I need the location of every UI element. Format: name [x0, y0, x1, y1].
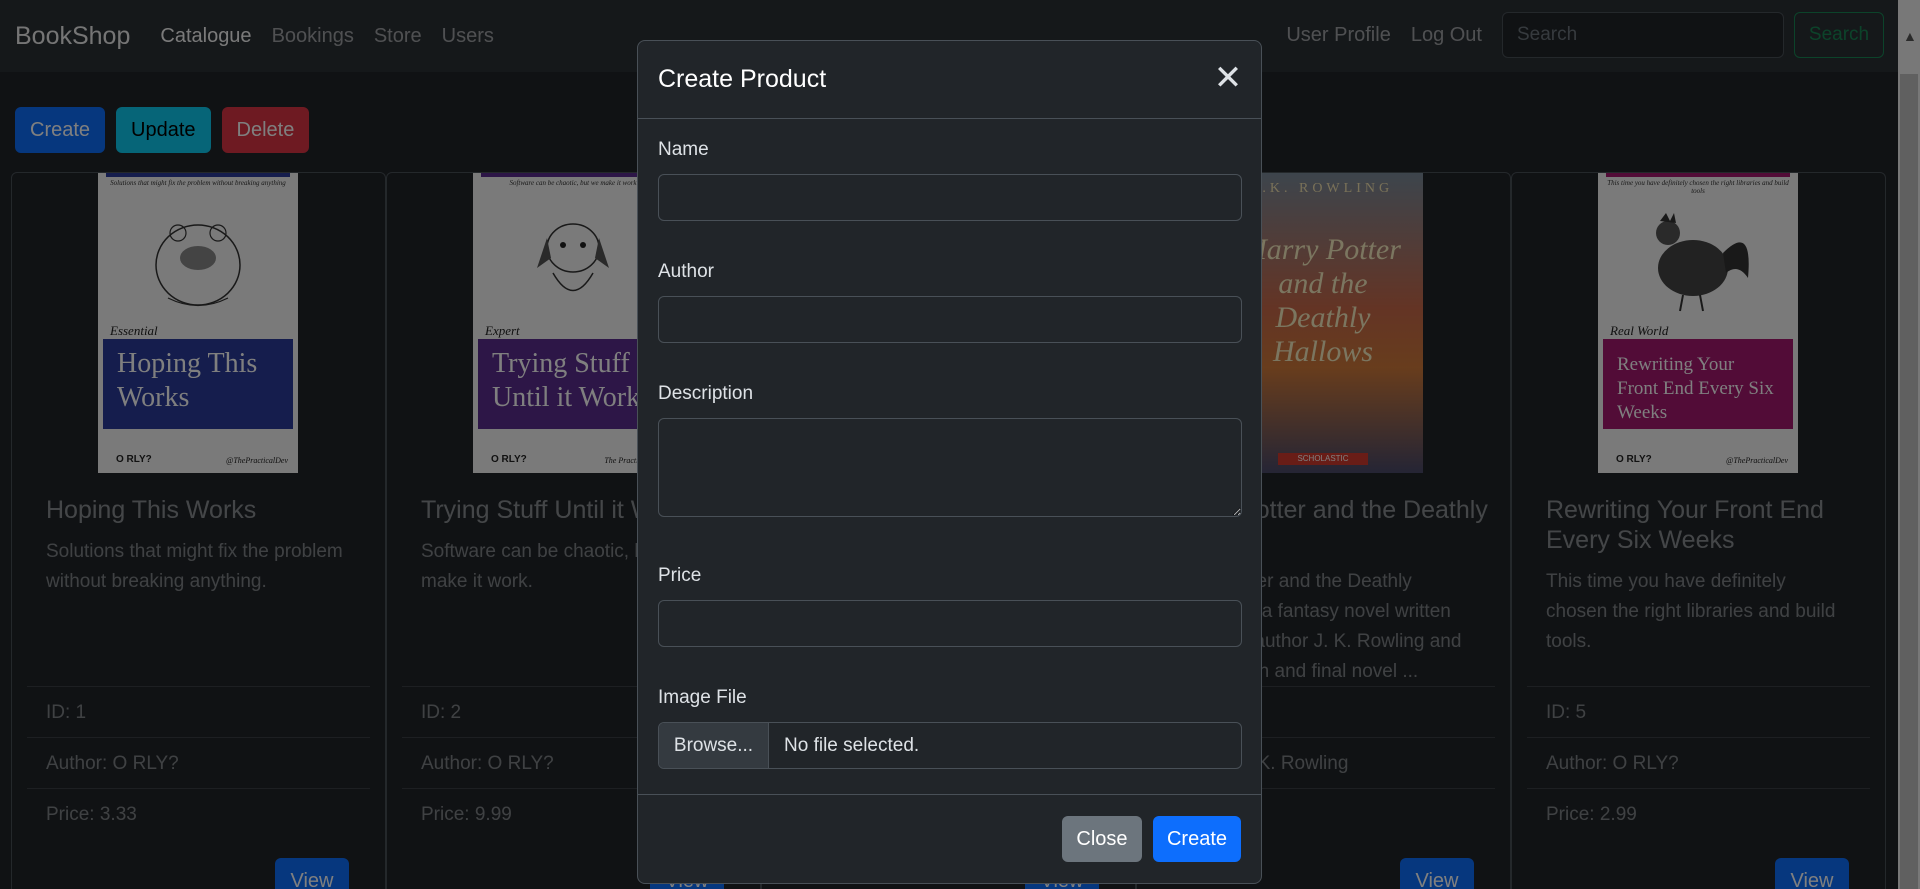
file-status: No file selected.	[784, 735, 920, 756]
create-product-modal: Create Product ✕ Name Author Description…	[637, 40, 1262, 884]
image-file-label: Image File	[658, 687, 747, 708]
description-field[interactable]	[658, 418, 1242, 517]
browse-button[interactable]: Browse...	[659, 723, 769, 768]
modal-title: Create Product	[658, 65, 827, 93]
author-label: Author	[658, 261, 714, 282]
name-label: Name	[658, 139, 709, 160]
description-label: Description	[658, 383, 754, 404]
create-submit-button[interactable]: Create	[1153, 816, 1241, 862]
close-icon[interactable]: ✕	[1213, 61, 1243, 95]
modal-footer: Close Create	[638, 794, 1261, 883]
price-field[interactable]	[658, 600, 1242, 647]
image-file-input[interactable]: Browse... No file selected.	[658, 722, 1242, 769]
author-field[interactable]	[658, 296, 1242, 343]
modal-header: Create Product ✕	[638, 41, 1261, 119]
modal-body: Name Author Description Price Image File…	[638, 119, 1261, 769]
price-label: Price	[658, 565, 702, 586]
close-button[interactable]: Close	[1062, 816, 1142, 862]
name-field[interactable]	[658, 174, 1242, 221]
